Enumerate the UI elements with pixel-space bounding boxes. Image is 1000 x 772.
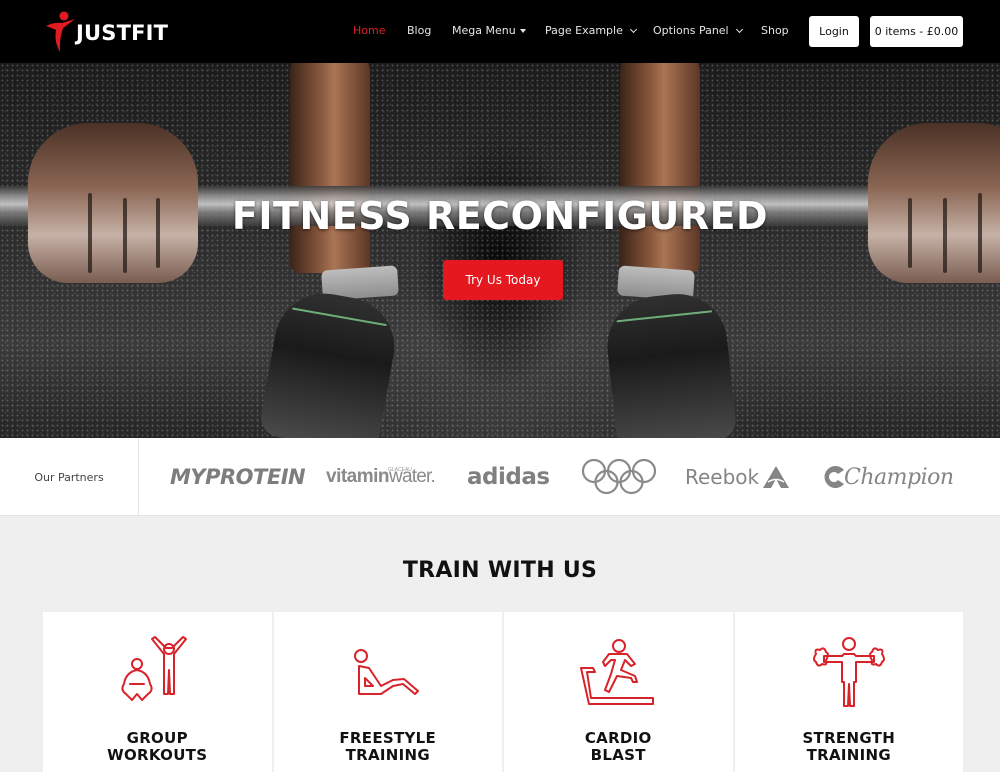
site-logo[interactable]: JUSTFIT bbox=[44, 10, 168, 54]
nav-page-example[interactable]: Page Example bbox=[545, 24, 637, 37]
card-cardio-blast[interactable]: CARDIO BLAST bbox=[504, 612, 733, 772]
card-freestyle-training[interactable]: FREESTYLE TRAINING bbox=[273, 612, 503, 772]
training-cards: GROUP WORKOUTS FREESTYLE TRAINING CARDIO… bbox=[43, 612, 963, 772]
partner-logo-reebok[interactable]: Reebok bbox=[685, 438, 790, 516]
nav-page-example-label: Page Example bbox=[545, 24, 623, 37]
nav-mega-menu-label: Mega Menu bbox=[452, 24, 516, 37]
nav-blog[interactable]: Blog bbox=[407, 24, 431, 37]
card-title: STRENGTH TRAINING bbox=[735, 730, 964, 764]
nav-shop[interactable]: Shop bbox=[761, 24, 789, 37]
nav-shop-label: Shop bbox=[761, 24, 789, 37]
logo-text: JUSTFIT bbox=[76, 21, 169, 45]
try-us-today-button[interactable]: Try Us Today bbox=[443, 260, 563, 300]
card-group-workouts[interactable]: GROUP WORKOUTS bbox=[43, 612, 272, 772]
nav-options-panel-label: Options Panel bbox=[653, 24, 729, 37]
site-header: JUSTFIT Home Blog Mega Menu Page Example… bbox=[0, 0, 1000, 63]
hero-banner: FITNESS RECONFIGURED Try Us Today bbox=[0, 63, 1000, 438]
treadmill-runner-icon bbox=[580, 639, 655, 705]
reebok-delta-icon bbox=[763, 466, 790, 488]
partners-label: Our Partners bbox=[0, 438, 139, 516]
partner-logo-olympic-rings[interactable] bbox=[580, 438, 658, 516]
nav-home[interactable]: Home bbox=[353, 24, 385, 37]
hero-image-leg-right bbox=[620, 63, 700, 273]
nav-home-label: Home bbox=[353, 24, 386, 37]
card-title-line1: STRENGTH bbox=[802, 729, 896, 747]
card-title: FREESTYLE TRAINING bbox=[274, 730, 503, 764]
vitaminwater-bold-text: vitamin bbox=[326, 466, 390, 487]
card-title: CARDIO BLAST bbox=[504, 730, 733, 764]
champion-c-icon bbox=[824, 466, 844, 488]
situp-icon bbox=[353, 649, 419, 695]
hero-title: FITNESS RECONFIGURED bbox=[231, 194, 769, 238]
partner-logo-myprotein[interactable]: MYPROTEIN bbox=[170, 438, 306, 516]
card-title: GROUP WORKOUTS bbox=[43, 730, 272, 764]
card-title-line1: GROUP bbox=[126, 729, 188, 747]
group-workout-icon bbox=[121, 636, 188, 701]
train-with-us-title: TRAIN WITH US bbox=[402, 558, 598, 583]
chevron-down-icon bbox=[735, 25, 743, 33]
partner-logo-champion[interactable]: Champion bbox=[822, 438, 954, 516]
partners-strip: Our Partners MYPROTEIN vitamin water. GLA… bbox=[0, 438, 1000, 516]
nav-blog-label: Blog bbox=[407, 24, 432, 37]
hero-image-leg-left bbox=[290, 63, 370, 273]
dumbbell-lifter-icon bbox=[812, 637, 885, 707]
login-button[interactable]: Login bbox=[809, 16, 859, 47]
nav-options-panel[interactable]: Options Panel bbox=[653, 24, 743, 37]
nav-mega-menu[interactable]: Mega Menu bbox=[452, 24, 526, 37]
card-title-line1: CARDIO bbox=[584, 729, 652, 747]
card-strength-training[interactable]: STRENGTH TRAINING bbox=[734, 612, 964, 772]
partner-logo-vitaminwater[interactable]: vitamin water. GLACEAU bbox=[326, 438, 436, 516]
reebok-text: Reebok bbox=[685, 465, 760, 489]
vitaminwater-small-text: GLACEAU bbox=[388, 467, 412, 473]
logo-figure-icon bbox=[46, 11, 75, 52]
partner-logo-adidas[interactable]: adidas bbox=[467, 438, 550, 516]
champion-text: Champion bbox=[844, 464, 954, 490]
cart-button[interactable]: 0 items - £0.00 bbox=[870, 16, 963, 47]
card-title-line1: FREESTYLE bbox=[339, 729, 437, 747]
caret-down-icon bbox=[519, 28, 526, 33]
chevron-down-icon bbox=[629, 25, 637, 33]
olympic-rings-icon bbox=[581, 458, 657, 495]
